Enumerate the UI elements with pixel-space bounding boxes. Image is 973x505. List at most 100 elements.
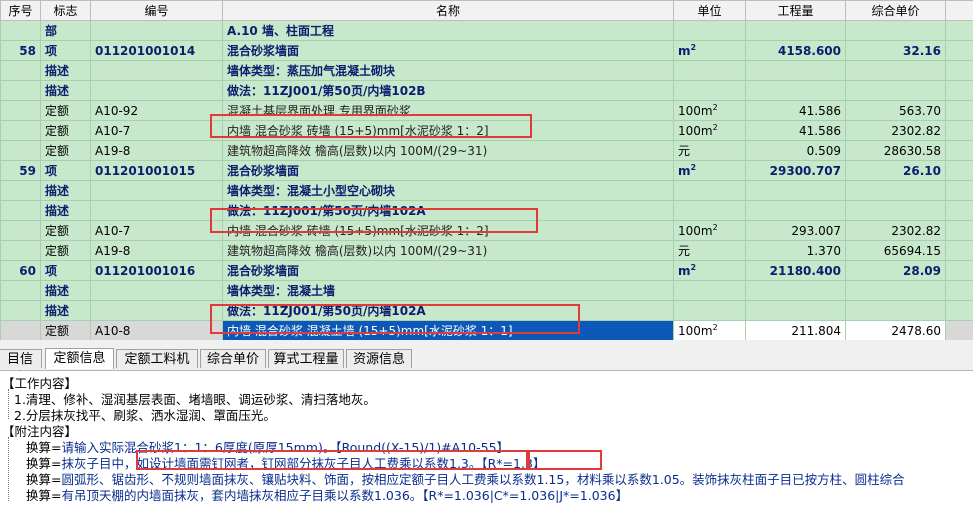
cell-qty[interactable] [745,280,846,301]
cell-type[interactable]: 描述 [40,280,91,301]
cell-name[interactable]: 墙体类型：混凝土墙 [222,280,674,301]
cell-unit[interactable] [673,300,746,321]
cell-price[interactable] [845,200,946,221]
table-row[interactable]: 部 A.10 墙、柱面工程 [0,20,973,41]
cell-seq[interactable]: 58 [0,40,41,61]
cell-qty[interactable]: 211.804 [745,320,846,340]
cell-qty[interactable]: 0.509 [745,140,846,161]
cell-name[interactable]: 做法：11ZJ001/第50页/内墙102A [222,300,674,321]
col-header-price[interactable]: 综合单价 [845,0,946,21]
cell-seq[interactable] [0,280,41,301]
table-row[interactable]: 描述 做法：11ZJ001/第50页/内墙102A [0,200,973,221]
cell-seq[interactable] [0,200,41,221]
table-row[interactable]: 描述 做法：11ZJ001/第50页/内墙102B [0,80,973,101]
cell-type[interactable]: 定额 [40,240,91,261]
cell-qty[interactable]: 29300.707 [745,160,846,181]
cell-price[interactable]: 2478.60 [845,320,946,340]
cell-price[interactable] [845,20,946,41]
cell-qty[interactable] [745,20,846,41]
col-header-qty[interactable]: 工程量 [745,0,846,21]
cell-name[interactable]: 墙体类型：混凝土小型空心砌块 [222,180,674,201]
tab-unit-price[interactable]: 综合单价 [200,349,266,368]
cell-name[interactable]: 内墙 混合砂浆 砖墙 (15+5)mm[水泥砂浆 1：2] [222,220,674,241]
col-header-seq[interactable]: 序号 [0,0,41,21]
cell-unit[interactable]: 元 [673,140,746,161]
cell-unit[interactable] [673,60,746,81]
cell-name[interactable]: 做法：11ZJ001/第50页/内墙102A [222,200,674,221]
splitter[interactable] [0,340,973,347]
cell-code[interactable]: A10-8 [90,320,223,340]
cell-name[interactable]: 建筑物超高降效 檐高(层数)以内 100M/(29~31) [222,240,674,261]
cell-code[interactable] [90,280,223,301]
table-row[interactable]: 定额 A10-7 内墙 混合砂浆 砖墙 (15+5)mm[水泥砂浆 1：2] 100m… [0,220,973,241]
cell-seq[interactable] [0,20,41,41]
cell-seq[interactable] [0,240,41,261]
table-row[interactable]: 58 项 011201001014 混合砂浆墙面 m2 4158.600 32.16 [0,40,973,61]
cell-type[interactable]: 部 [40,20,91,41]
table-row[interactable]: 定额 A19-8 建筑物超高降效 檐高(层数)以内 100M/(29~31) 元 1.3… [0,240,973,261]
cell-code[interactable] [90,80,223,101]
cell-price[interactable]: 26.10 [845,160,946,181]
cell-type[interactable]: 项 [40,40,91,61]
col-header-name[interactable]: 名称 [222,0,674,21]
cell-seq[interactable] [0,220,41,241]
note-row-4[interactable]: 换算=有吊顶天棚的内墙面抹灰，套内墙抹灰相应子目乘以系数1.036。【R*=1.… [26,485,628,504]
cell-type[interactable]: 描述 [40,60,91,81]
cell-name[interactable]: 混合砂浆墙面 [222,260,674,281]
table-row[interactable]: 59 项 011201001015 混合砂浆墙面 m2 29300.707 26.10 [0,160,973,181]
cell-seq[interactable] [0,60,41,81]
cell-type[interactable]: 描述 [40,300,91,321]
cell-qty[interactable] [745,300,846,321]
cell-seq[interactable]: 59 [0,160,41,181]
cell-price[interactable] [845,80,946,101]
cell-type[interactable]: 定额 [40,120,91,141]
cell-qty[interactable]: 1.370 [745,240,846,261]
cell-price[interactable] [845,180,946,201]
table-row[interactable]: 描述 墙体类型：混凝土小型空心砌块 [0,180,973,201]
cell-price[interactable]: 28630.58 [845,140,946,161]
cell-price[interactable]: 32.16 [845,40,946,61]
cell-type[interactable]: 定额 [40,140,91,161]
cell-code[interactable]: 011201001015 [90,160,223,181]
cell-unit[interactable]: 100m2 [673,320,746,340]
cell-code[interactable]: A10-92 [90,100,223,121]
cell-unit[interactable] [673,280,746,301]
cell-name[interactable]: 做法：11ZJ001/第50页/内墙102B [222,80,674,101]
cell-code[interactable]: 011201001014 [90,40,223,61]
cell-seq[interactable] [0,120,41,141]
col-header-unit[interactable]: 单位 [673,0,746,21]
cell-seq[interactable] [0,300,41,321]
cell-code[interactable]: A10-7 [90,220,223,241]
cell-type[interactable]: 描述 [40,80,91,101]
cell-code[interactable] [90,180,223,201]
cell-price[interactable]: 65694.15 [845,240,946,261]
cell-type[interactable]: 描述 [40,180,91,201]
cell-type[interactable]: 定额 [40,220,91,241]
cell-price[interactable] [845,60,946,81]
cell-price[interactable] [845,280,946,301]
cell-unit[interactable] [673,200,746,221]
cell-unit[interactable]: 100m2 [673,220,746,241]
cell-code[interactable]: A19-8 [90,140,223,161]
cell-price[interactable]: 28.09 [845,260,946,281]
cell-code[interactable] [90,200,223,221]
cell-type[interactable]: 定额 [40,320,91,340]
cell-unit[interactable] [673,180,746,201]
table-row[interactable]: 定额 A19-8 建筑物超高降效 檐高(层数)以内 100M/(29~31) 元 0.5… [0,140,973,161]
cell-unit[interactable]: m2 [673,40,746,61]
cell-code[interactable] [90,300,223,321]
cell-name[interactable]: A.10 墙、柱面工程 [222,20,674,41]
table-row[interactable]: 定额 A10-8 内墙 混合砂浆 混凝土墙 (15+5)mm[水泥砂浆 1：1] 10… [0,320,973,340]
cell-unit[interactable]: m2 [673,260,746,281]
cell-qty[interactable] [745,80,846,101]
cell-name[interactable]: 混合砂浆墙面 [222,160,674,181]
cell-code[interactable]: 011201001016 [90,260,223,281]
table-row[interactable]: 定额 A10-7 内墙 混合砂浆 砖墙 (15+5)mm[水泥砂浆 1：2] 100m… [0,120,973,141]
col-header-type[interactable]: 标志 [40,0,91,21]
cell-code[interactable] [90,60,223,81]
cell-name[interactable]: 内墙 混合砂浆 砖墙 (15+5)mm[水泥砂浆 1：2] [222,120,674,141]
table-row[interactable]: 描述 做法：11ZJ001/第50页/内墙102A [0,300,973,321]
cell-unit[interactable]: 100m2 [673,120,746,141]
cell-name[interactable]: 混凝土基层界面处理 专用界面砂浆 [222,100,674,121]
cell-seq[interactable]: 60 [0,260,41,281]
